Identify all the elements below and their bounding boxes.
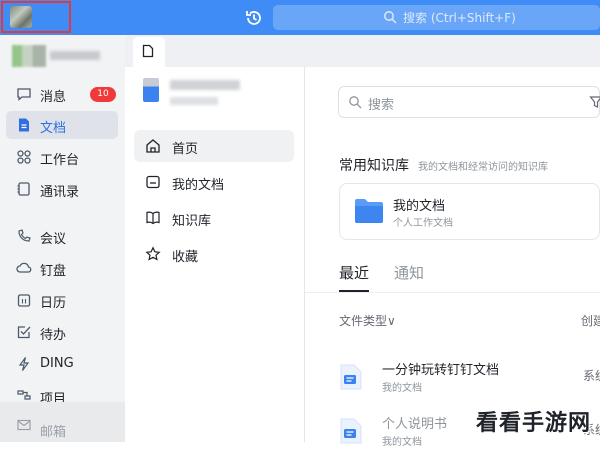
sidebar-item-drive[interactable]: 钉盘 <box>6 254 118 282</box>
file-location: 我的文档 <box>382 383 422 394</box>
workbench-icon <box>17 150 31 164</box>
doc-file-icon <box>340 418 362 444</box>
document-icon <box>19 118 29 132</box>
docs-nav-label: 我的文档 <box>172 178 225 193</box>
sidebar-item-label: 文档 <box>40 121 67 136</box>
tab-recent[interactable]: 最近 <box>339 262 369 283</box>
file-creator: 系统 <box>583 369 600 383</box>
workspace-name-blurred <box>170 80 240 90</box>
workspace-subtitle-blurred <box>170 97 218 105</box>
my-docs-icon <box>146 175 160 189</box>
ding-icon <box>18 357 30 371</box>
file-name: 个人说明书 <box>382 417 448 432</box>
sidebar-item-label: 邮箱 <box>40 425 67 440</box>
tab-notifications[interactable]: 通知 <box>394 262 424 283</box>
sidebar-item-mail[interactable]: 邮箱 <box>0 402 125 442</box>
tab-strip <box>125 35 600 67</box>
org-avatar[interactable] <box>12 45 46 67</box>
drive-icon <box>16 262 32 273</box>
docs-nav-label: 知识库 <box>172 214 212 229</box>
sidebar-item-label: 日历 <box>40 296 67 311</box>
file-name: 一分钟玩转钉钉文档 <box>382 363 500 378</box>
watermark-text: 看看手游网 <box>476 411 592 436</box>
org-name-blurred <box>50 51 100 60</box>
file-type-filter[interactable]: 文件类型∨ <box>339 312 396 329</box>
mail-icon <box>17 419 31 431</box>
docs-nav-home[interactable]: 首页 <box>134 130 294 162</box>
star-icon <box>145 246 161 261</box>
docs-nav-favorites[interactable]: 收藏 <box>134 238 294 270</box>
card-subtitle: 个人工作文档 <box>393 218 453 229</box>
contacts-icon <box>17 182 30 196</box>
watermark: 看看手游网 <box>472 401 600 442</box>
file-location: 我的文档 <box>382 437 422 448</box>
docs-search-input[interactable]: 搜索 <box>338 86 600 118</box>
file-row[interactable]: 一分钟玩转钉钉文档 我的文档 系统 <box>339 357 600 403</box>
docs-nav-my-docs[interactable]: 我的文档 <box>134 166 294 198</box>
tab-docs[interactable] <box>133 37 165 67</box>
sidebar-item-todo[interactable]: 待办 <box>6 318 118 346</box>
filter-icon[interactable] <box>589 95 600 109</box>
message-icon <box>17 88 31 101</box>
search-icon <box>349 96 362 109</box>
card-title: 我的文档 <box>393 199 446 214</box>
doc-file-icon <box>340 364 362 390</box>
folder-icon <box>355 199 383 223</box>
meeting-icon <box>18 229 31 242</box>
knowledge-base-card[interactable]: 我的文档 个人工作文档 <box>339 183 600 240</box>
sidebar-item-label: DING <box>40 356 74 371</box>
sidebar-item-messages[interactable]: 消息 10 <box>6 80 118 108</box>
unread-badge: 10 <box>90 87 116 102</box>
calendar-icon <box>17 294 31 307</box>
home-icon <box>146 139 160 153</box>
avatar[interactable] <box>10 6 32 28</box>
global-search-bar[interactable]: 搜索 (Ctrl+Shift+F) <box>273 5 600 30</box>
sidebar-item-calendar[interactable]: 日历 <box>6 286 118 314</box>
sidebar-item-label: 通讯录 <box>40 185 80 200</box>
workspace-icon <box>143 78 159 102</box>
sidebar-item-label: 会议 <box>40 232 67 247</box>
sidebar-item-label: 钉盘 <box>40 264 67 279</box>
sidebar-item-label: 消息 <box>40 90 67 105</box>
column-divider <box>304 67 305 442</box>
sidebar-item-meeting[interactable]: 会议 <box>6 222 118 250</box>
knowledge-base-icon <box>146 211 160 225</box>
sidebar-item-contacts[interactable]: 通讯录 <box>6 175 118 203</box>
search-icon <box>384 11 397 24</box>
docs-nav-knowledge-base[interactable]: 知识库 <box>134 202 294 234</box>
top-bar: 搜索 (Ctrl+Shift+F) <box>0 0 600 35</box>
todo-icon <box>17 326 31 339</box>
docs-nav-label: 收藏 <box>172 250 199 265</box>
knowledge-base-section-title: 常用知识库 <box>339 158 409 174</box>
knowledge-base-section-subtitle: 我的文档和经常访问的知识库 <box>418 162 548 173</box>
document-tab-icon <box>142 44 154 58</box>
sidebar-item-label: 待办 <box>40 328 67 343</box>
sidebar-item-workbench[interactable]: 工作台 <box>6 143 118 171</box>
docs-search-placeholder: 搜索 <box>368 98 395 113</box>
sidebar-item-ding[interactable]: DING <box>6 350 118 378</box>
tabs-divider <box>305 292 600 293</box>
sidebar-item-label: 工作台 <box>40 153 80 168</box>
sidebar-item-docs[interactable]: 文档 <box>6 111 118 139</box>
history-icon[interactable] <box>244 8 264 28</box>
created-column-header[interactable]: 创建 <box>581 312 600 329</box>
global-search-placeholder: 搜索 (Ctrl+Shift+F) <box>403 11 516 25</box>
docs-nav-label: 首页 <box>172 142 199 157</box>
